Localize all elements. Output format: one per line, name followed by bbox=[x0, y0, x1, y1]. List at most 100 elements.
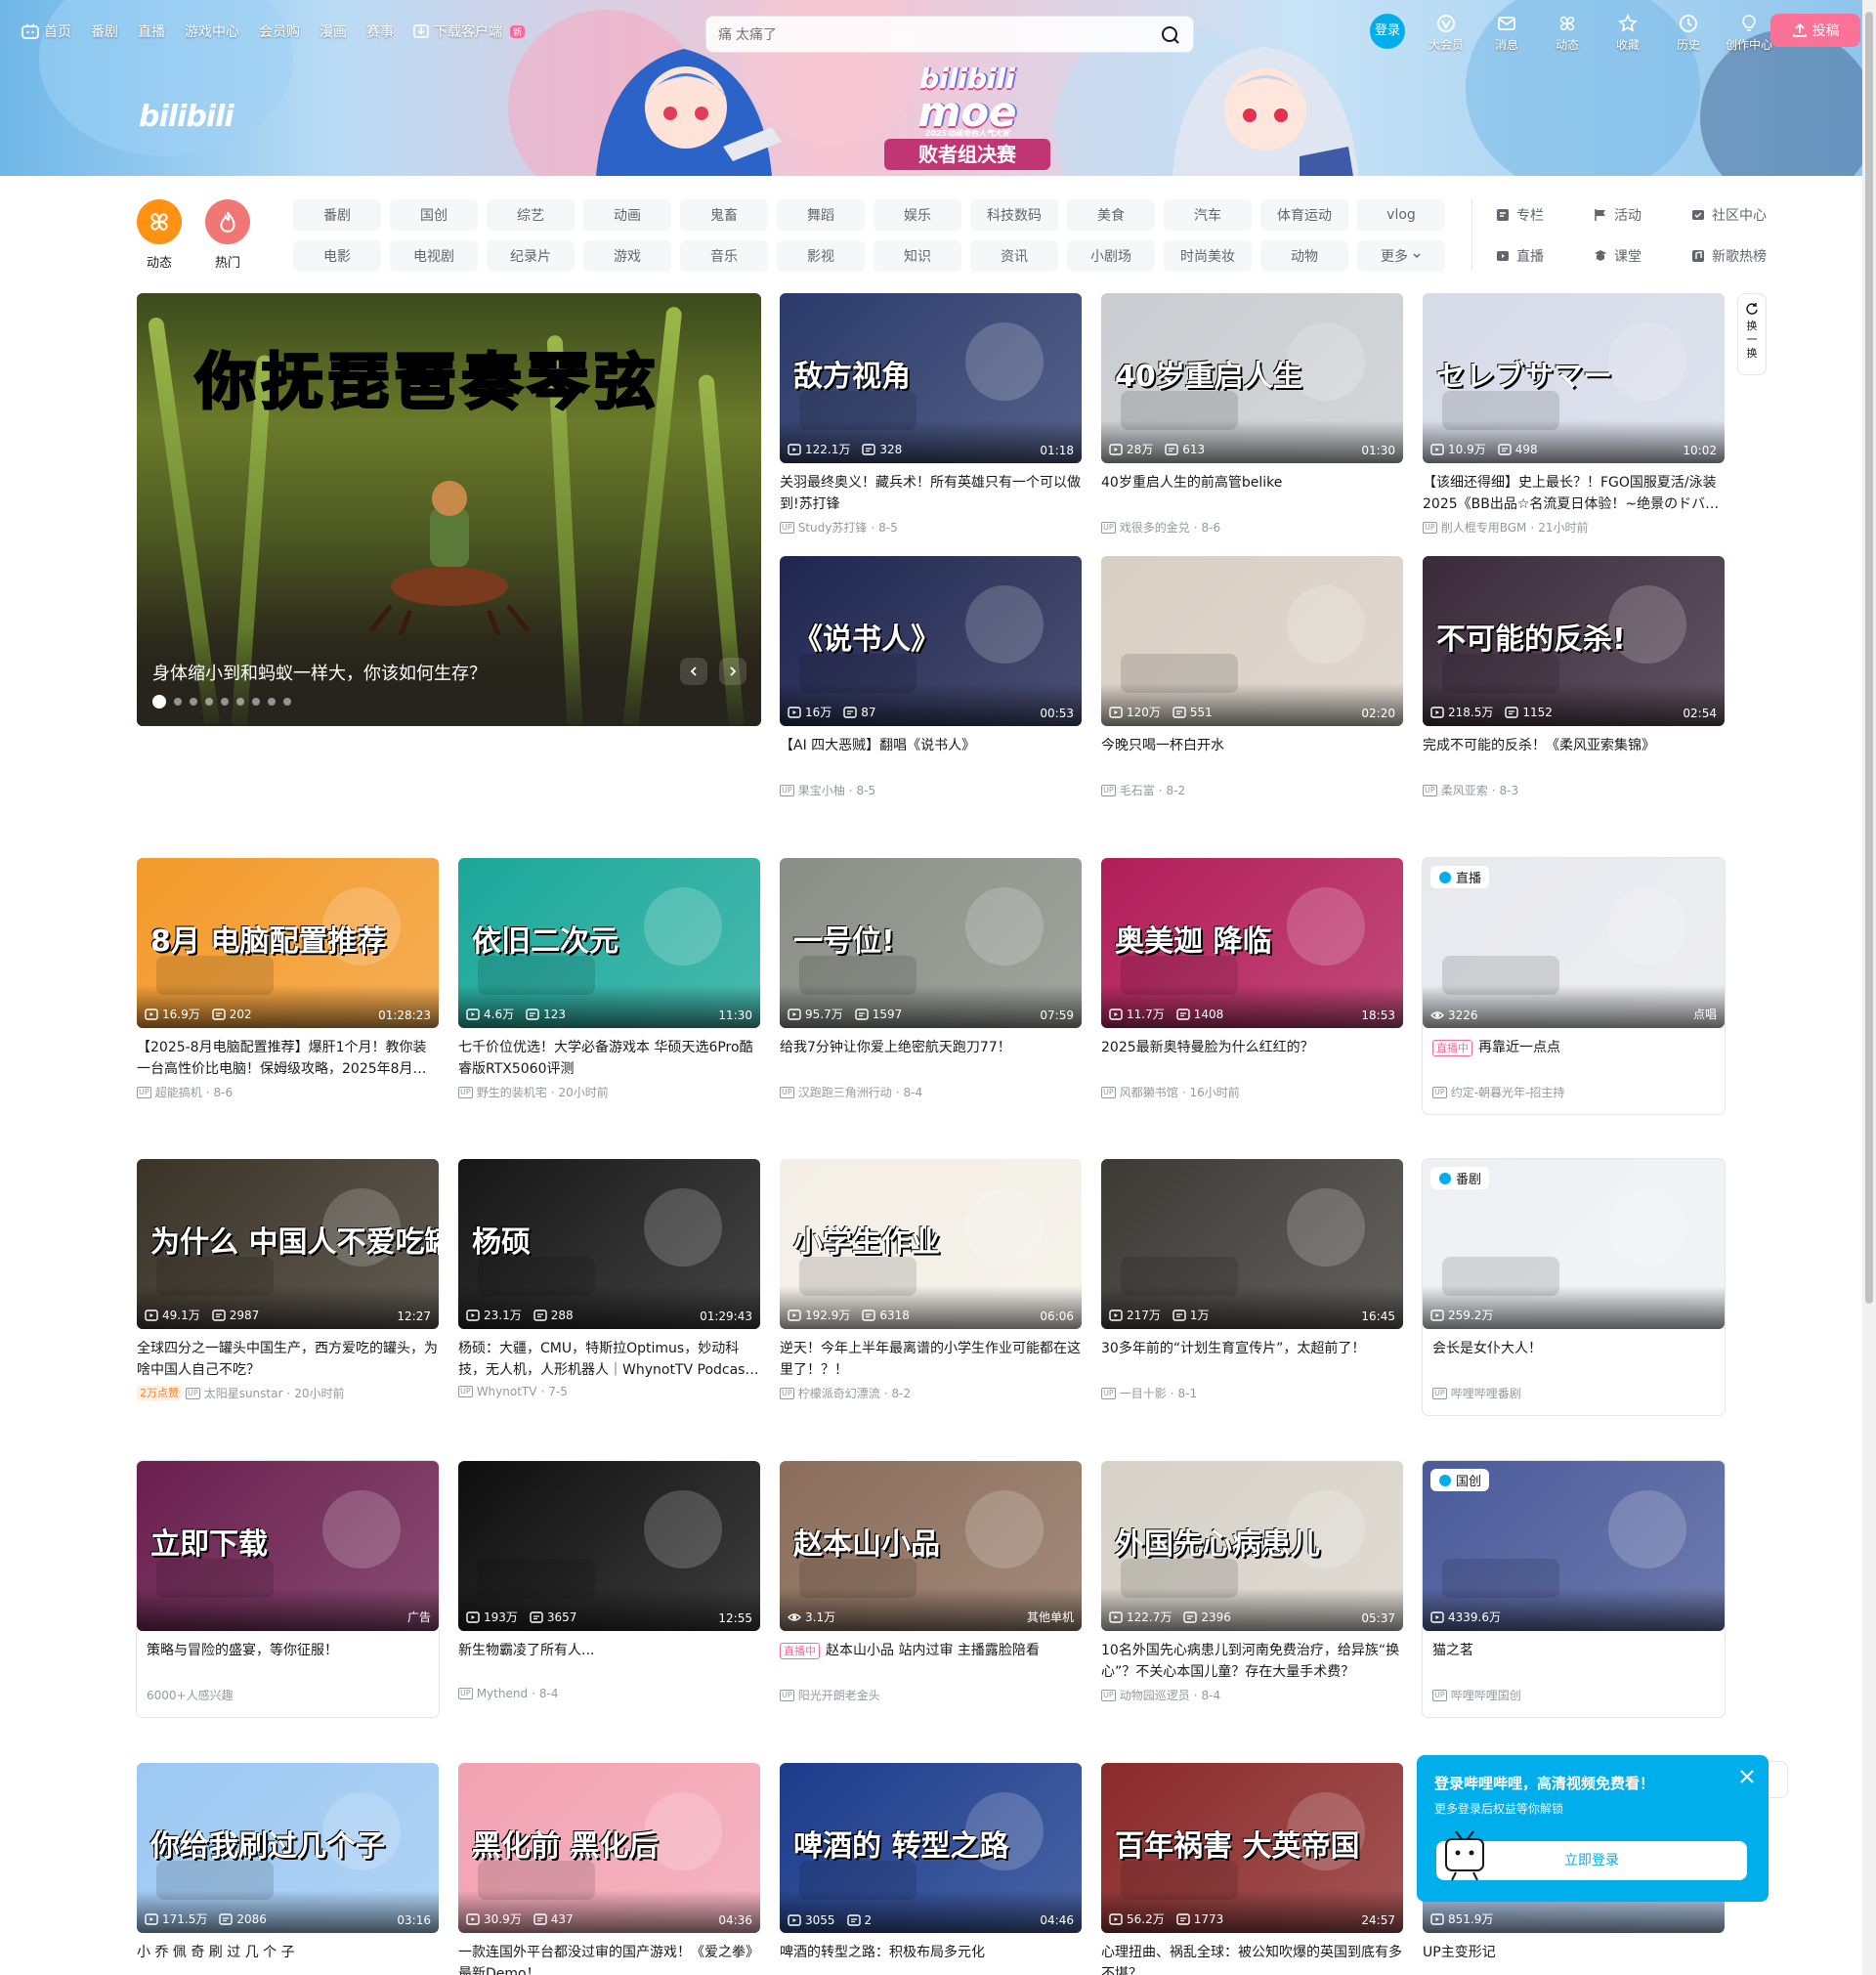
video-meta[interactable]: 6000+人感兴趣 bbox=[137, 1687, 439, 1703]
video-card[interactable]: 啤酒的 转型之路 3055 2 04:46 啤酒的转型之路：积极布局多元化 bbox=[780, 1763, 1082, 1975]
video-thumbnail[interactable]: 啤酒的 转型之路 3055 2 04:46 bbox=[780, 1763, 1082, 1933]
video-card[interactable]: 国创 4339.6万 猫之茗 UP 哔哩哔哩国创 bbox=[1423, 1461, 1725, 1717]
nav-game-center[interactable]: 游戏中心 bbox=[185, 21, 239, 41]
channel-item[interactable]: 舞蹈 bbox=[777, 199, 865, 231]
video-meta[interactable]: UP 柠檬派奇幻漂流 · 8-2 bbox=[780, 1385, 1082, 1401]
video-thumbnail[interactable]: 不可能的反杀! 218.5万 1152 02:54 bbox=[1423, 556, 1725, 726]
video-title[interactable]: 给我7分钟让你爱上绝密航天跑刀77！ bbox=[780, 1037, 1082, 1080]
video-thumbnail[interactable]: 小学生作业 192.9万 6318 06:06 bbox=[780, 1159, 1082, 1329]
carousel-dot[interactable] bbox=[152, 695, 166, 708]
scrollbar-thumb[interactable] bbox=[1865, 12, 1873, 1304]
nav-manga[interactable]: 漫画 bbox=[320, 21, 347, 41]
video-title[interactable]: 小 乔 佩 奇 刷 过 几 个 子 bbox=[137, 1942, 439, 1975]
event-subtitle[interactable]: 败者组决赛 bbox=[884, 139, 1050, 170]
carousel-title[interactable]: 身体缩小到和蚂蚁一样大，你该如何生存？ bbox=[152, 660, 487, 685]
nav-dynamic[interactable]: 动态 bbox=[1542, 12, 1593, 53]
video-meta[interactable]: UP 超能搞机 · 8-6 bbox=[137, 1084, 439, 1100]
channel-item[interactable]: 时尚美妆 bbox=[1164, 240, 1252, 272]
video-card[interactable]: 不可能的反杀! 218.5万 1152 02:54 完成不可能的反杀！《柔风亚索集锦》 U… bbox=[1423, 556, 1725, 798]
uploader-name[interactable]: WhynotTV bbox=[477, 1385, 537, 1398]
video-title[interactable]: 全球四分之一罐头中国生产，西方爱吃的罐头，为啥中国人自己不吃？ bbox=[137, 1338, 439, 1381]
uploader-name[interactable]: 太阳星sunstar bbox=[204, 1385, 283, 1401]
video-meta[interactable]: UP 一目十影 · 8-1 bbox=[1101, 1385, 1403, 1401]
uploader-name[interactable]: 果宝小柚 bbox=[798, 782, 845, 798]
video-meta[interactable]: UP 戏很多的金兑 · 8-6 bbox=[1101, 519, 1403, 536]
nav-bangumi[interactable]: 番剧 bbox=[91, 21, 118, 41]
uploader-name[interactable]: Mythend bbox=[477, 1687, 528, 1700]
uploader-name[interactable]: 约定-朝暮光年-招主持 bbox=[1451, 1084, 1565, 1100]
video-title[interactable]: 策略与冒险的盛宴，等你征服！ bbox=[137, 1640, 439, 1683]
channel-link[interactable]: 专栏 bbox=[1495, 199, 1587, 231]
channel-item[interactable]: 电影 bbox=[293, 240, 381, 272]
channel-item[interactable]: 美食 bbox=[1067, 199, 1155, 231]
nav-download[interactable]: 下载客户端 新 bbox=[413, 21, 526, 41]
nav-home[interactable]: 首页 bbox=[21, 21, 71, 41]
video-title[interactable]: 直播中 再靠近一点点 bbox=[1423, 1037, 1725, 1080]
video-thumbnail[interactable]: 赵本山小品 3.1万 其他单机 bbox=[780, 1461, 1082, 1631]
video-title[interactable]: 逆天！今年上半年最离谱的小学生作业可能都在这里了！？！ bbox=[780, 1338, 1082, 1381]
video-card[interactable]: 你给我刷过几个子 171.5万 2086 03:16 小 乔 佩 奇 刷 过 几 个 子 bbox=[137, 1763, 439, 1975]
video-card[interactable]: 奥美迦 降临 11.7万 1408 18:53 2025最新奥特曼脸为什么红红的？ UP 风… bbox=[1101, 858, 1403, 1100]
channel-item[interactable]: 综艺 bbox=[487, 199, 575, 231]
video-thumbnail[interactable]: 193万 3657 12:55 bbox=[458, 1461, 760, 1631]
video-thumbnail[interactable]: 8月 电脑配置推荐 16.9万 202 01:28:23 bbox=[137, 858, 439, 1028]
uploader-name[interactable]: 超能搞机 bbox=[155, 1084, 202, 1100]
channel-item[interactable]: 科技数码 bbox=[970, 199, 1058, 231]
video-thumbnail[interactable]: 敌方视角 122.1万 328 01:18 bbox=[780, 293, 1082, 463]
video-title[interactable]: 30多年前的“计划生育宣传片”，太超前了！ bbox=[1101, 1338, 1403, 1381]
video-title[interactable]: 一款连国外平台都没过审的国产游戏！《爱之拳》最新Demo！ bbox=[458, 1942, 760, 1975]
carousel-dot[interactable] bbox=[221, 698, 229, 706]
channel-item[interactable]: 娱乐 bbox=[874, 199, 961, 231]
bilibili-logo[interactable]: bilibili bbox=[139, 100, 234, 134]
video-meta[interactable]: UP 野生的装机宅 · 20小时前 bbox=[458, 1084, 760, 1100]
channel-item[interactable]: 动物 bbox=[1260, 240, 1348, 272]
video-thumbnail[interactable]: 国创 4339.6万 bbox=[1423, 1461, 1725, 1631]
video-card[interactable]: 敌方视角 122.1万 328 01:18 关羽最终奥义！藏兵术！所有英雄只有一个可以做… bbox=[780, 293, 1082, 536]
nav-match[interactable]: 赛事 bbox=[366, 21, 394, 41]
video-title[interactable]: 【该细还得细】史上最长？！FGO国服夏活/泳装2025《BB出品☆名流夏日体验！… bbox=[1423, 472, 1725, 515]
video-meta[interactable]: UP Study苏打锋 · 8-5 bbox=[780, 519, 1082, 536]
search-input[interactable] bbox=[718, 17, 1148, 52]
uploader-name[interactable]: 毛石富 bbox=[1120, 782, 1155, 798]
uploader-name[interactable]: 削人棍专用BGM bbox=[1441, 519, 1527, 536]
video-title[interactable]: 【2025-8月电脑配置推荐】爆肝1个月！教你装一台高性价比电脑！保姆级攻略，2… bbox=[137, 1037, 439, 1080]
uploader-name[interactable]: 动物园巡逻员 bbox=[1120, 1687, 1190, 1703]
channel-item[interactable]: 资讯 bbox=[970, 240, 1058, 272]
video-thumbnail[interactable]: 《说书人》 16万 87 00:53 bbox=[780, 556, 1082, 726]
nav-history[interactable]: 历史 bbox=[1663, 12, 1714, 53]
video-thumbnail[interactable]: 40岁重启人生 28万 613 01:30 bbox=[1101, 293, 1403, 463]
video-thumbnail[interactable]: 外国先心病患儿 122.7万 2396 05:37 bbox=[1101, 1461, 1403, 1631]
uploader-name[interactable]: 柠檬派奇幻漂流 bbox=[798, 1385, 880, 1401]
video-title[interactable]: 10名外国先心病患儿到河南免费治疗，给异族“换心”？不关心本国儿童？存在大量手术… bbox=[1101, 1640, 1403, 1683]
event-logo[interactable]: bilibili moe 2025动画角色人气大赏 bbox=[904, 63, 1031, 139]
uploader-name[interactable]: 风都獭书馆 bbox=[1120, 1084, 1178, 1100]
channel-link[interactable]: 直播 bbox=[1495, 240, 1587, 272]
channel-item[interactable]: 体育运动 bbox=[1260, 199, 1348, 231]
carousel-prev-button[interactable] bbox=[680, 658, 707, 685]
channel-link[interactable]: 新歌热榜 bbox=[1690, 240, 1782, 272]
channel-item[interactable]: 番剧 bbox=[293, 199, 381, 231]
channel-item[interactable]: vlog bbox=[1357, 199, 1445, 231]
search-box[interactable] bbox=[705, 16, 1194, 53]
uploader-name[interactable]: 阳光开朗老金头 bbox=[798, 1687, 880, 1703]
video-thumbnail[interactable]: 为什么 中国人不爱吃罐头? 49.1万 2987 12:27 bbox=[137, 1159, 439, 1329]
carousel-next-button[interactable] bbox=[719, 658, 746, 685]
channel-item[interactable]: 动画 bbox=[583, 199, 671, 231]
video-thumbnail[interactable]: 直播 3226 点唱 bbox=[1423, 858, 1725, 1028]
uploader-name[interactable]: 柔风亚索 bbox=[1441, 782, 1488, 798]
channel-item[interactable]: 电视剧 bbox=[390, 240, 478, 272]
video-meta[interactable]: UP 约定-朝暮光年-招主持 bbox=[1423, 1084, 1725, 1100]
video-card[interactable]: 百年祸害 大英帝国 56.2万 1773 24:57 心理扭曲、祸乱全球：被公知吹爆的英… bbox=[1101, 1763, 1403, 1975]
video-card[interactable]: 为什么 中国人不爱吃罐头? 49.1万 2987 12:27 全球四分之一罐头中国生产，… bbox=[137, 1159, 439, 1401]
video-thumbnail[interactable]: 依旧二次元 4.6万 123 11:30 bbox=[458, 858, 760, 1028]
channel-item[interactable]: 汽车 bbox=[1164, 199, 1252, 231]
nav-creator-center[interactable]: 创作中心 bbox=[1724, 12, 1774, 53]
video-title[interactable]: UP主变形记 bbox=[1423, 1942, 1725, 1975]
video-meta[interactable]: UP 动物园巡逻员 · 8-4 bbox=[1101, 1687, 1403, 1703]
channel-dynamic[interactable]: 动态 bbox=[137, 199, 182, 271]
video-meta[interactable]: UP 阳光开朗老金头 bbox=[780, 1687, 1082, 1703]
video-card[interactable]: 193万 3657 12:55 新生物霸凌了所有人... UP Mythend · 8-4 bbox=[458, 1461, 760, 1700]
hero-carousel[interactable]: 你抚琵琶奏琴弦 身体缩小到和蚂蚁一样大，你该如何生存？ bbox=[137, 293, 761, 726]
video-title[interactable]: 直播中 赵本山小品 站内过审 主播露脸陪看 bbox=[780, 1640, 1082, 1683]
video-card[interactable]: 杨硕 23.1万 288 01:29:43 杨硕：大疆，CMU，特斯拉Optimus，妙… bbox=[458, 1159, 760, 1398]
